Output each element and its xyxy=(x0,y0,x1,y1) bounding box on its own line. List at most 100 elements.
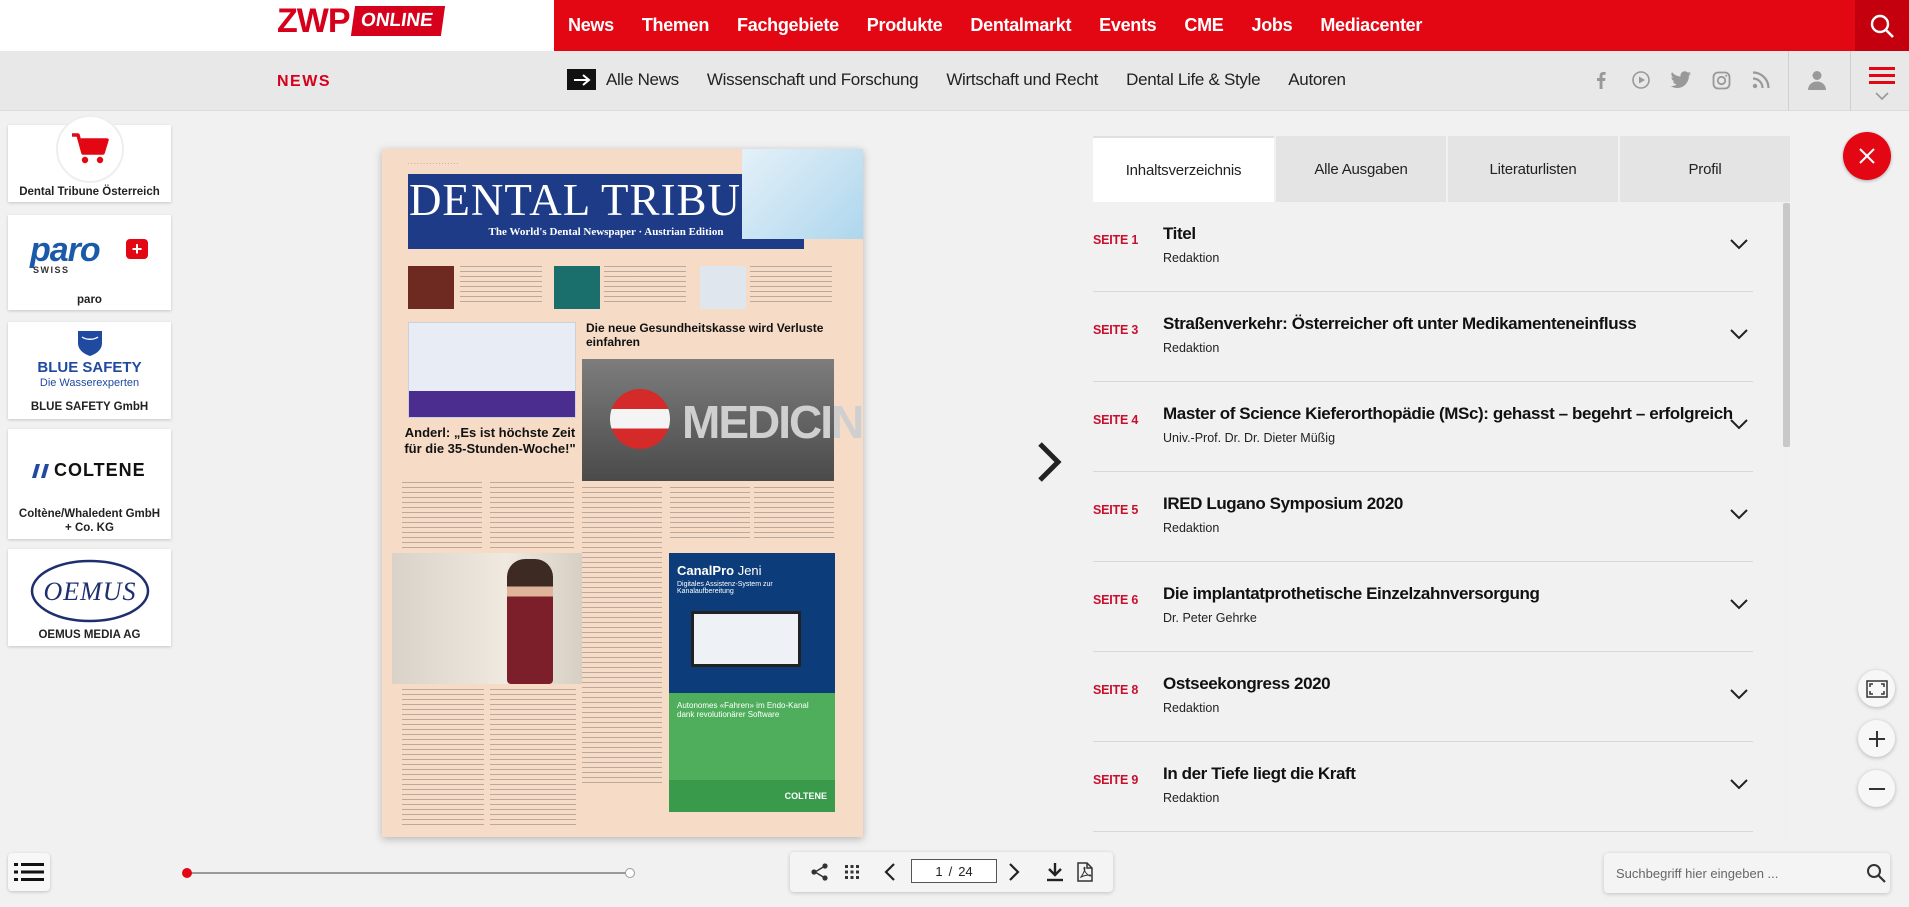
sub-nav-wissenschaft[interactable]: Wissenschaft und Forschung xyxy=(707,70,919,90)
next-page-arrow-icon[interactable] xyxy=(1036,440,1062,489)
main-nav-cme[interactable]: CME xyxy=(1184,15,1223,36)
cart-icon xyxy=(72,133,109,164)
tab-alle-ausgaben[interactable]: Alle Ausgaben xyxy=(1276,136,1446,202)
section-label: NEWS xyxy=(277,73,331,90)
toc-author: Univ.-Prof. Dr. Dr. Dieter Müßig xyxy=(1163,431,1336,445)
austria-ball-image xyxy=(610,389,670,449)
chevron-right-icon[interactable] xyxy=(1008,862,1020,882)
toc-item[interactable]: SEITE 5 IRED Lugano Symposium 2020 Redak… xyxy=(1093,472,1753,562)
main-nav-news[interactable]: News xyxy=(568,15,614,36)
newspaper-page-viewer[interactable]: · · · · · · · · · · · · · · · · · DENTAL… xyxy=(382,149,863,837)
toc-list-button[interactable] xyxy=(8,853,50,891)
fullscreen-button[interactable] xyxy=(1858,670,1895,707)
arrow-right-icon xyxy=(567,69,596,90)
issue-search-input[interactable] xyxy=(1616,863,1846,883)
tab-profil[interactable]: Profil xyxy=(1620,136,1790,202)
sponsor-name: OEMUS MEDIA AG xyxy=(38,629,141,641)
toc-item[interactable]: SEITE 4 Master of Science Kieferorthopäd… xyxy=(1093,382,1753,472)
main-nav-dentalmarkt[interactable]: Dentalmarkt xyxy=(970,15,1071,36)
close-panel-button[interactable] xyxy=(1843,132,1891,180)
chevron-down-icon[interactable] xyxy=(1729,328,1749,340)
paper-main-headline: Die neue Gesundheitskasse wird Verluste … xyxy=(586,321,824,349)
toc-author: Redaktion xyxy=(1163,521,1220,535)
chevron-down-icon[interactable] xyxy=(1729,508,1749,520)
sponsor-card-dental-tribune[interactable]: Dental Tribune Österreich xyxy=(8,115,171,202)
zoom-out-button[interactable] xyxy=(1858,770,1895,807)
zwp-online-logo[interactable]: ZWP ONLINE xyxy=(277,4,445,38)
canalpro-ad: CanalPro Jeni Digitales Assistenz-System… xyxy=(669,553,835,693)
shield-icon xyxy=(77,329,103,362)
page-number-input[interactable]: 1 / 24 xyxy=(911,859,997,883)
chevron-left-icon[interactable] xyxy=(884,862,896,882)
teaser-text xyxy=(750,266,832,306)
toc-scrollbar-thumb[interactable] xyxy=(1783,203,1790,447)
toc-list: SEITE 1 Titel Redaktion SEITE 3 Straßenv… xyxy=(1093,202,1753,840)
oemus-logo: OEMUS xyxy=(30,557,150,630)
page-slider-end-handle[interactable] xyxy=(625,868,635,878)
top-bar: ZWP ONLINE News Themen Fachgebiete Produ… xyxy=(0,0,1909,51)
youtube-icon[interactable] xyxy=(1630,69,1652,91)
chevron-down-icon[interactable] xyxy=(1729,598,1749,610)
sub-nav-autoren[interactable]: Autoren xyxy=(1288,70,1346,90)
medicine-word: MEDICINE xyxy=(682,396,863,448)
chevron-down-icon[interactable] xyxy=(1729,418,1749,430)
main-nav-events[interactable]: Events xyxy=(1099,15,1157,36)
device-image xyxy=(691,611,801,667)
panel-tabs: Inhaltsverzeichnis Alle Ausgaben Literat… xyxy=(1093,136,1790,202)
share-icon[interactable] xyxy=(810,862,830,882)
ad-title: CanalPro Jeni xyxy=(677,563,827,578)
toc-item[interactable]: SEITE 8 Ostseekongress 2020 Redaktion xyxy=(1093,652,1753,742)
tab-literaturlisten[interactable]: Literaturlisten xyxy=(1448,136,1618,202)
main-nav-mediacenter[interactable]: Mediacenter xyxy=(1320,15,1422,36)
toc-page-number: SEITE 3 xyxy=(1093,323,1139,337)
chevron-down-icon[interactable] xyxy=(1729,238,1749,250)
sponsor-card-oemus[interactable]: OEMUS OEMUS MEDIA AG xyxy=(8,549,171,646)
issue-side-panel: Inhaltsverzeichnis Alle Ausgaben Literat… xyxy=(1093,136,1790,840)
sub-nav-wirtschaft[interactable]: Wirtschaft und Recht xyxy=(946,70,1098,90)
main-nav-produkte[interactable]: Produkte xyxy=(867,15,943,36)
toc-author: Redaktion xyxy=(1163,701,1220,715)
logo-text: COLTENE xyxy=(54,460,146,480)
toc-title: Straßenverkehr: Österreicher oft unter M… xyxy=(1163,314,1637,333)
toc-item[interactable]: SEITE 6 Die implantatprothetische Einzel… xyxy=(1093,562,1753,652)
sponsor-card-coltene[interactable]: COLTENE Coltène/Whaledent GmbH + Co. KG xyxy=(8,429,171,539)
tab-inhaltsverzeichnis[interactable]: Inhaltsverzeichnis xyxy=(1093,136,1274,202)
list-icon xyxy=(14,863,44,881)
toc-item[interactable]: SEITE 9 In der Tiefe liegt die Kraft Red… xyxy=(1093,742,1753,832)
sponsor-card-paro[interactable]: paro + SWISS paro xyxy=(8,215,171,310)
header-divider xyxy=(1850,51,1851,111)
rss-icon[interactable] xyxy=(1750,69,1772,91)
facebook-icon[interactable] xyxy=(1590,69,1612,91)
social-links xyxy=(1590,69,1772,91)
search-icon[interactable] xyxy=(1866,863,1886,883)
grid-icon[interactable] xyxy=(845,865,859,879)
toc-item[interactable]: SEITE 3 Straßenverkehr: Österreicher oft… xyxy=(1093,292,1753,382)
page-slider[interactable] xyxy=(182,868,635,878)
sponsor-card-blue-safety[interactable]: BLUE SAFETY Die Wasserexperten BLUE SAFE… xyxy=(8,322,171,419)
instagram-icon[interactable] xyxy=(1710,69,1732,91)
toc-page-number: SEITE 9 xyxy=(1093,773,1139,787)
user-icon[interactable] xyxy=(1808,70,1826,95)
twitter-icon[interactable] xyxy=(1670,69,1692,91)
toc-item[interactable]: SEITE 1 Titel Redaktion xyxy=(1093,202,1753,292)
sub-nav-dental-life[interactable]: Dental Life & Style xyxy=(1126,70,1260,90)
main-nav-themen[interactable]: Themen xyxy=(642,15,710,36)
zoom-in-button[interactable] xyxy=(1858,720,1895,757)
page-slider-start-handle[interactable] xyxy=(182,868,192,878)
chevron-down-icon[interactable] xyxy=(1729,688,1749,700)
chevron-down-icon[interactable] xyxy=(1729,778,1749,790)
toc-title: Master of Science Kieferorthopädie (MSc)… xyxy=(1163,404,1733,423)
header-divider xyxy=(1788,51,1789,111)
header-search-button[interactable] xyxy=(1855,0,1909,51)
canalpro-ad-green: Autonomes «Fahren» im Endo-Kanal dank re… xyxy=(669,693,835,780)
coltene-logo: COLTENE xyxy=(32,460,146,481)
sub-nav-alle-news[interactable]: Alle News xyxy=(606,70,679,90)
toc-page-number: SEITE 1 xyxy=(1093,233,1139,247)
main-nav-fachgebiete[interactable]: Fachgebiete xyxy=(737,15,839,36)
close-icon xyxy=(1859,148,1875,164)
main-nav-jobs[interactable]: Jobs xyxy=(1252,15,1293,36)
pdf-icon[interactable] xyxy=(1076,862,1094,882)
coltene-mark-icon xyxy=(32,463,49,478)
hamburger-menu-icon[interactable] xyxy=(1868,66,1896,109)
download-icon[interactable] xyxy=(1046,862,1064,882)
